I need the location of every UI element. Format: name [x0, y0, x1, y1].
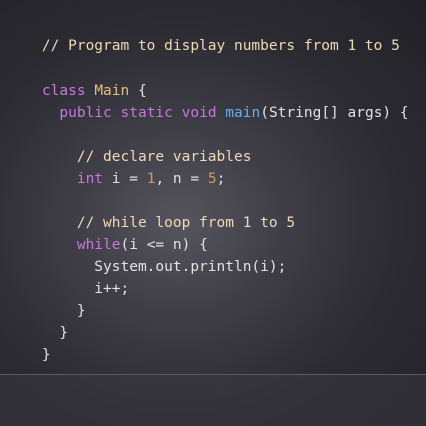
code-line-1: // Program to display numbers from 1 to …: [7, 13, 400, 54]
code-keyword: int: [76, 171, 104, 187]
code-line-15: }: [7, 322, 51, 363]
code-text: , n =: [155, 171, 208, 187]
code-text: }: [41, 347, 51, 363]
code-line-12: i++;: [7, 256, 129, 297]
code-line-10: while(i <= n) {: [7, 212, 208, 253]
code-editor[interactable]: // Program to display numbers from 1 to …: [0, 0, 426, 374]
code-keyword: static: [120, 105, 173, 121]
code-comment: // Program to display numbers from 1 to …: [41, 38, 400, 54]
code-keyword: public: [59, 105, 112, 121]
code-number: 5: [207, 171, 217, 187]
code-line-13: }: [7, 278, 86, 319]
code-text: ;: [216, 171, 226, 187]
code-line-4: public static void main(String[] args) {: [7, 80, 408, 121]
code-line-7: int i = 1, n = 5;: [7, 146, 225, 187]
code-line-9: // while loop from 1 to 5: [7, 190, 295, 231]
code-line-14: }: [7, 300, 68, 341]
code-line-3: class Main {: [7, 58, 147, 99]
code-line-6: // declare variables: [7, 124, 252, 165]
code-text: (String[] args) {: [260, 105, 409, 121]
bottom-panel: [0, 375, 426, 426]
code-function-name: main: [225, 105, 261, 121]
code-text: i =: [103, 171, 147, 187]
code-keyword: void: [181, 105, 217, 121]
code-line-11: System.out.println(i);: [7, 234, 286, 275]
